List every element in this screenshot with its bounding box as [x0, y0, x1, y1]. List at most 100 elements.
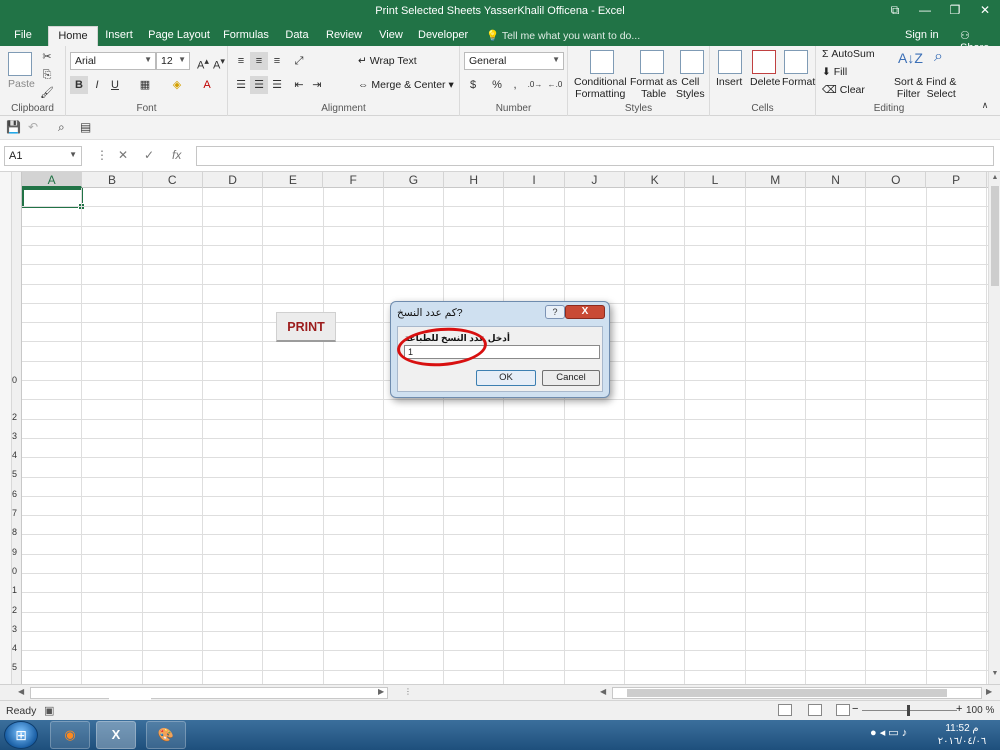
- font-size-select[interactable]: 12 ▼: [156, 52, 190, 70]
- insert-function-icon[interactable]: fx: [172, 148, 181, 162]
- cell-styles-button[interactable]: Cell Styles: [676, 76, 705, 100]
- row-header-digit[interactable]: 0: [12, 375, 17, 385]
- row-header-digit[interactable]: 7: [12, 508, 17, 518]
- column-header-i[interactable]: I: [504, 172, 565, 188]
- search-icon[interactable]: ⌕: [934, 48, 943, 66]
- column-header-l[interactable]: L: [685, 172, 746, 188]
- delete-cells-label[interactable]: Delete: [750, 76, 780, 88]
- column-header-d[interactable]: D: [203, 172, 264, 188]
- tab-review[interactable]: Review: [326, 26, 362, 46]
- column-header-j[interactable]: J: [565, 172, 625, 188]
- row-header-digit[interactable]: 5: [12, 662, 17, 672]
- conditional-formatting-button[interactable]: Conditional Formatting: [574, 76, 627, 100]
- row-header-digit[interactable]: 4: [12, 450, 17, 460]
- autosum-button[interactable]: Σ AutoSum: [822, 48, 875, 60]
- tab-home[interactable]: Home: [48, 26, 98, 46]
- row-header-digit[interactable]: 8: [12, 527, 17, 537]
- print-preview-icon[interactable]: ⌕: [58, 120, 65, 135]
- column-header-h[interactable]: H: [444, 172, 505, 188]
- tell-me-box[interactable]: 💡 Tell me what you want to do...: [486, 29, 640, 42]
- align-left-icon[interactable]: ☰: [232, 76, 250, 94]
- excel-icon[interactable]: X: [96, 721, 136, 749]
- font-name-select[interactable]: Arial ▼: [70, 52, 156, 70]
- tab-developer[interactable]: Developer: [418, 26, 468, 46]
- paste-label[interactable]: Paste: [8, 78, 35, 90]
- enter-icon[interactable]: ✓: [144, 148, 154, 162]
- tab-page-layout[interactable]: Page Layout: [148, 26, 210, 46]
- column-header-p[interactable]: P: [927, 172, 987, 188]
- selected-cell-a1[interactable]: [22, 188, 85, 210]
- clear-button[interactable]: ⌫ Clear: [822, 84, 865, 96]
- start-button[interactable]: ⊞: [4, 721, 38, 749]
- decrease-indent-icon[interactable]: ⇤: [290, 76, 308, 94]
- align-center-icon[interactable]: ☰: [250, 76, 268, 94]
- undo-icon[interactable]: ↶: [28, 120, 38, 134]
- cell-styles-icon[interactable]: [680, 50, 704, 74]
- row-header-digit[interactable]: 3: [12, 624, 17, 634]
- row-header-digit[interactable]: 4: [12, 643, 17, 653]
- tab-splitter-icon[interactable]: ⋮: [404, 687, 412, 696]
- zoom-level[interactable]: 100 %: [966, 705, 994, 716]
- number-format-select[interactable]: General ▼: [464, 52, 564, 70]
- ok-button[interactable]: OK: [476, 370, 536, 386]
- column-header-o[interactable]: O: [866, 172, 927, 188]
- merge-center-button[interactable]: ⇔ Merge & Center ▾: [358, 79, 454, 91]
- tab-view[interactable]: View: [378, 26, 404, 46]
- close-icon[interactable]: ✕: [970, 0, 1000, 20]
- row-header-digit[interactable]: 2: [12, 412, 17, 422]
- row-header-digit[interactable]: 3: [12, 431, 17, 441]
- comma-icon[interactable]: ,: [506, 76, 524, 94]
- find-select-button[interactable]: Find & Select: [926, 76, 956, 100]
- row-header-digit[interactable]: 9: [12, 547, 17, 557]
- prev-sheet-icon[interactable]: ◀: [18, 687, 24, 696]
- column-header-b[interactable]: B: [82, 172, 143, 188]
- row-header-digit[interactable]: 0: [12, 566, 17, 576]
- scroll-up-icon[interactable]: ▲: [990, 174, 1000, 184]
- italic-button[interactable]: I: [88, 76, 106, 94]
- save-icon[interactable]: 💾: [6, 120, 21, 134]
- scroll-left-icon[interactable]: ◀: [600, 687, 606, 696]
- normal-view-icon[interactable]: [778, 704, 792, 716]
- column-header-f[interactable]: F: [324, 172, 384, 188]
- wrap-text-button[interactable]: ↵ Wrap Text: [358, 55, 417, 67]
- page-layout-view-icon[interactable]: [808, 704, 822, 716]
- ribbon-display-icon[interactable]: ⧉: [880, 0, 910, 20]
- align-right-icon[interactable]: ☰: [268, 76, 286, 94]
- currency-icon[interactable]: $: [464, 76, 482, 94]
- zoom-out-icon[interactable]: −: [852, 703, 858, 715]
- sign-in-link[interactable]: Sign in: [905, 29, 939, 41]
- column-header-n[interactable]: N: [806, 172, 867, 188]
- row-header-digit[interactable]: 1: [12, 585, 17, 595]
- borders-icon[interactable]: ▦: [136, 76, 154, 94]
- tab-data[interactable]: Data: [284, 26, 310, 46]
- column-header-c[interactable]: C: [143, 172, 203, 188]
- column-header-m[interactable]: M: [746, 172, 806, 188]
- align-middle-icon[interactable]: ≡: [250, 52, 268, 70]
- percent-button[interactable]: %: [488, 76, 506, 94]
- align-top-icon[interactable]: ≡: [232, 52, 250, 70]
- minimize-icon[interactable]: —: [910, 0, 940, 20]
- tab-file[interactable]: File: [8, 26, 38, 46]
- scroll-thumb[interactable]: [991, 186, 999, 286]
- scroll-down-icon[interactable]: ▼: [990, 670, 1000, 680]
- increase-indent-icon[interactable]: ⇥: [308, 76, 326, 94]
- format-painter-icon[interactable]: 🖌: [38, 84, 56, 102]
- paste-icon[interactable]: [8, 52, 32, 76]
- decrease-font-icon[interactable]: A▾: [210, 52, 228, 72]
- sort-filter-button[interactable]: Sort & Filter: [894, 76, 923, 100]
- bold-button[interactable]: B: [70, 76, 88, 94]
- format-cells-icon[interactable]: [784, 50, 808, 74]
- help-button[interactable]: ?: [545, 305, 565, 319]
- name-box[interactable]: A1 ▼: [4, 146, 82, 166]
- underline-button[interactable]: U: [106, 76, 124, 94]
- row-header-digit[interactable]: 2: [12, 605, 17, 615]
- zoom-slider-handle[interactable]: [907, 705, 910, 716]
- page-break-view-icon[interactable]: [836, 704, 850, 716]
- format-as-table-icon[interactable]: [640, 50, 664, 74]
- font-color-icon[interactable]: A: [198, 76, 216, 94]
- tab-insert[interactable]: Insert: [102, 26, 136, 46]
- cancel-button[interactable]: Cancel: [542, 370, 600, 386]
- copy-icon[interactable]: ⎘: [38, 66, 56, 84]
- column-header-a[interactable]: A: [22, 172, 83, 188]
- dialog-close-button[interactable]: X: [565, 305, 605, 319]
